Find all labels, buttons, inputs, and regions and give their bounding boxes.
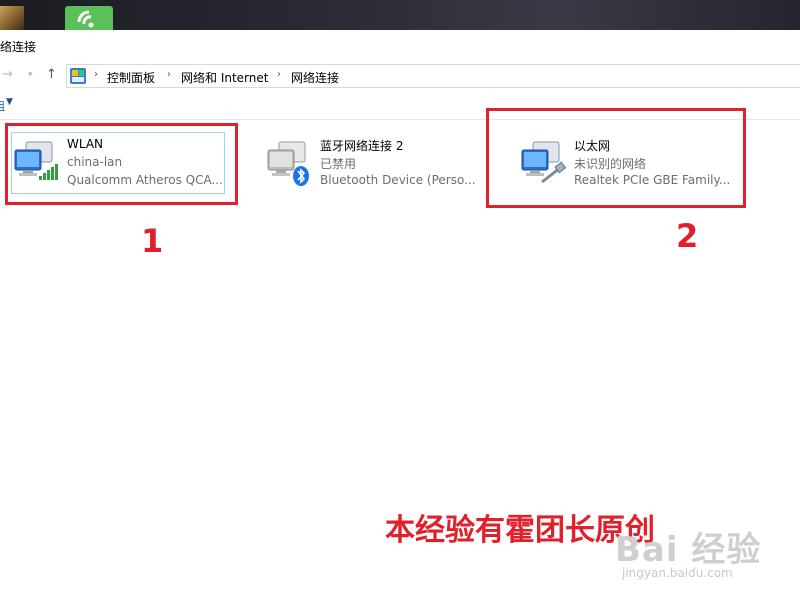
baidu-jingyan-watermark-logo: Bai 经验 [615,530,762,570]
adapter-device: Bluetooth Device (Perso... [320,173,476,187]
navigation-bar: → ▾ ↑ › 控制面板 › 网络和 Internet › 网络连接 [0,61,800,91]
adapter-status: 已禁用 [320,157,357,171]
annotation-number-1: 1 [141,222,164,260]
control-panel-icon [70,68,86,84]
breadcrumb-network-internet[interactable]: 网络和 Internet [181,69,268,86]
highlight-box-2 [486,108,746,208]
window-title: 络连接 [0,40,37,54]
breadcrumb-separator-icon[interactable]: › [167,69,171,80]
address-bar[interactable]: › 控制面板 › 网络和 Internet › 网络连接 [66,64,800,88]
bluetooth-adapter-icon [267,141,309,186]
organize-menu-button[interactable]: 组 [0,98,5,114]
recent-locations-chevron-icon[interactable]: ▾ [28,70,33,80]
breadcrumb-separator-icon[interactable]: › [277,69,281,80]
breadcrumb-separator-icon[interactable]: › [94,69,98,80]
breadcrumb-control-panel[interactable]: 控制面板 [107,69,155,86]
highlight-box-1 [5,123,238,205]
window-titlebar: 络连接 [0,30,800,62]
annotation-number-2: 2 [676,217,699,255]
desktop-background [0,0,800,30]
chevron-down-icon[interactable]: ▼ [6,97,13,107]
adapter-bluetooth[interactable]: 蓝牙网络连接 2 已禁用 Bluetooth Device (Perso... [266,139,476,212]
up-arrow-icon[interactable]: ↑ [46,67,57,82]
forward-arrow-icon[interactable]: → [2,67,13,82]
wifi-app-icon[interactable] [65,6,113,30]
desktop-shortcut-icon[interactable] [0,6,24,30]
watermark-url: jingyan.baidu.com [622,566,733,580]
breadcrumb-network-connections[interactable]: 网络连接 [291,69,339,86]
adapter-name: 蓝牙网络连接 2 [320,139,404,153]
